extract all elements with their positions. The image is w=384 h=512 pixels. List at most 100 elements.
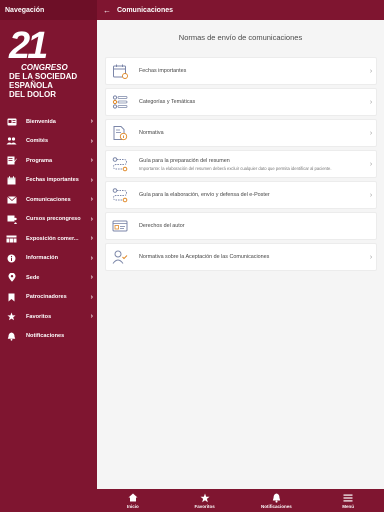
list-item-label: Normativa sobre la Aceptación de las Com… xyxy=(139,254,270,260)
logo-line: DE LA SOCIEDAD xyxy=(9,72,78,81)
sidebar-item-label: Favoritos xyxy=(26,313,52,320)
sidebar-item-cursos[interactable]: Cursos precongreso › xyxy=(0,210,97,230)
normas-list: Fechas importantes › Categorías y Temáti… xyxy=(105,57,377,274)
list-item-guia-eposter[interactable]: Guía para la elaboración, envío y defens… xyxy=(105,181,377,209)
tab-favoritos[interactable]: Favoritos xyxy=(169,489,241,512)
sidebar-item-bienvenida[interactable]: Bienvenida › xyxy=(0,112,97,132)
logo-line: DEL DOLOR xyxy=(9,90,56,99)
tab-label: Notificaciones xyxy=(260,503,292,509)
list-item-text: Guía para la preparación del resumen Imp… xyxy=(139,158,366,171)
sidebar: Navegación 21 CONGRESO DE LA SOCIEDAD ES… xyxy=(0,0,97,512)
tab-inicio[interactable]: Inicio xyxy=(97,489,169,512)
chevron-right-icon: › xyxy=(90,254,93,262)
sidebar-item-label: Comités xyxy=(26,138,49,145)
people-icon xyxy=(6,137,17,146)
location-pin-icon xyxy=(6,273,17,283)
list-item-normativa-aceptacion[interactable]: Normativa sobre la Aceptación de las Com… xyxy=(105,243,377,271)
list-item-categorias[interactable]: Categorías y Temáticas › xyxy=(105,88,377,116)
list-item-text: Fechas importantes xyxy=(139,68,366,74)
chevron-right-icon: › xyxy=(90,137,93,145)
logo-number: 21 xyxy=(9,25,48,67)
sidebar-item-label: Información xyxy=(26,255,59,262)
id-card-line-icon xyxy=(110,216,130,236)
document-info-icon xyxy=(110,123,130,143)
sidebar-item-label: Patrocinadores xyxy=(26,294,67,301)
chevron-right-icon: › xyxy=(369,129,373,137)
list-item-label: Fechas importantes xyxy=(139,68,187,74)
info-icon xyxy=(6,254,17,263)
list-item-label: Derechos del autor xyxy=(139,223,185,229)
star-icon xyxy=(200,493,210,503)
sidebar-nav: Bienvenida › Comités › Programa › Fechas… xyxy=(0,112,97,346)
list-item-normativa[interactable]: Normativa › xyxy=(105,119,377,147)
flow-route-icon xyxy=(110,185,130,205)
list-item-label: Normativa xyxy=(139,130,164,136)
back-arrow-icon[interactable]: ← xyxy=(97,6,117,15)
chevron-right-icon: › xyxy=(90,235,93,243)
tab-label: Favoritos xyxy=(194,503,215,509)
logo-line: CONGRESO xyxy=(21,63,68,72)
sidebar-item-comunicaciones[interactable]: Comunicaciones › xyxy=(0,190,97,210)
user-check-icon xyxy=(110,247,130,267)
chevron-right-icon: › xyxy=(90,313,93,321)
sidebar-item-label: Fechas importantes xyxy=(26,177,79,184)
sidebar-item-label: Comunicaciones xyxy=(26,196,71,203)
chevron-right-icon: › xyxy=(369,160,373,168)
star-icon xyxy=(6,312,17,321)
chevron-right-icon: › xyxy=(90,157,93,165)
list-item-label: Guía para la elaboración, envío y defens… xyxy=(139,192,270,198)
page-title: Comunicaciones xyxy=(117,6,174,14)
section-title: Normas de envío de comunicaciones xyxy=(178,33,303,42)
bell-icon xyxy=(272,493,281,503)
list-item-text: Normativa sobre la Aceptación de las Com… xyxy=(139,254,366,260)
chevron-right-icon: › xyxy=(369,67,373,75)
calendar-icon xyxy=(6,176,17,185)
envelope-icon xyxy=(6,195,17,204)
sidebar-item-label: Cursos precongreso xyxy=(26,216,81,223)
presentation-icon xyxy=(6,215,17,224)
list-item-derechos-autor[interactable]: Derechos del autor xyxy=(105,212,377,240)
sidebar-item-programa[interactable]: Programa › xyxy=(0,151,97,171)
calendar-line-icon xyxy=(110,61,130,81)
booths-icon xyxy=(6,234,17,243)
list-item-note: Importante: la elaboración del resumen d… xyxy=(139,165,332,171)
congress-logo: 21 CONGRESO DE LA SOCIEDAD ESPAÑOLA DEL … xyxy=(9,25,93,101)
list-item-text: Normativa xyxy=(139,130,366,136)
bookmark-icon xyxy=(6,293,17,302)
sidebar-item-comites[interactable]: Comités › xyxy=(0,132,97,152)
sidebar-item-exposicion[interactable]: Exposición comer... › xyxy=(0,229,97,249)
logo-line: ESPAÑOLA xyxy=(9,81,53,90)
chevron-right-icon: › xyxy=(90,215,93,223)
sidebar-item-label: Sede xyxy=(26,274,40,281)
home-icon xyxy=(128,493,138,503)
sidebar-item-sede[interactable]: Sede › xyxy=(0,268,97,288)
sidebar-item-label: Bienvenida xyxy=(26,118,56,125)
list-item-label: Guía para la preparación del resumen xyxy=(139,157,230,164)
edit-note-icon xyxy=(6,156,17,165)
list-item-text: Derechos del autor xyxy=(139,223,366,229)
bell-icon xyxy=(6,332,17,341)
tab-notificaciones[interactable]: Notificaciones xyxy=(241,489,313,512)
list-item-guia-resumen[interactable]: Guía para la preparación del resumen Imp… xyxy=(105,150,377,178)
sidebar-item-favoritos[interactable]: Favoritos › xyxy=(0,307,97,327)
flow-route-icon xyxy=(110,154,130,174)
chevron-right-icon: › xyxy=(369,98,373,106)
sidebar-item-notificaciones[interactable]: Notificaciones xyxy=(0,327,97,347)
list-item-label: Categorías y Temáticas xyxy=(139,99,196,105)
tab-menu[interactable]: Menú xyxy=(312,489,384,512)
tab-label: Menú xyxy=(342,503,354,509)
sidebar-item-patrocinadores[interactable]: Patrocinadores › xyxy=(0,288,97,308)
list-item-fechas-importantes[interactable]: Fechas importantes › xyxy=(105,57,377,85)
list-categories-icon xyxy=(110,92,130,112)
chevron-right-icon: › xyxy=(90,293,93,301)
chevron-right-icon: › xyxy=(90,118,93,126)
sidebar-item-informacion[interactable]: Información › xyxy=(0,249,97,269)
chevron-right-icon: › xyxy=(90,274,93,282)
list-item-text: Categorías y Temáticas xyxy=(139,99,366,105)
chevron-right-icon: › xyxy=(90,196,93,204)
chevron-right-icon: › xyxy=(369,253,373,261)
tab-label: Inicio xyxy=(126,503,139,509)
sidebar-item-fechas[interactable]: Fechas importantes › xyxy=(0,171,97,191)
list-item-text: Guía para la elaboración, envío y defens… xyxy=(139,192,366,198)
sidebar-item-label: Exposición comer... xyxy=(26,235,79,242)
